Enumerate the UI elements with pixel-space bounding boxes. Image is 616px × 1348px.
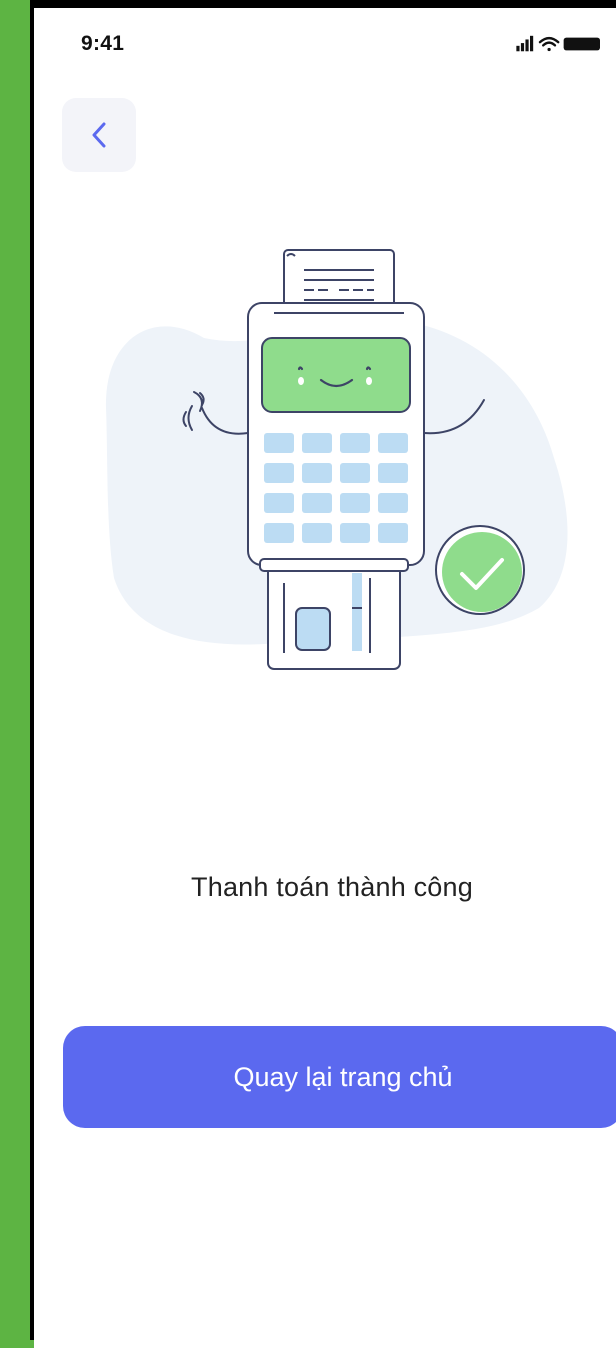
- payment-success-title: Thanh toán thành công: [191, 872, 473, 902]
- back-to-home-button[interactable]: Quay lại trang chủ: [63, 1026, 616, 1128]
- success-check-icon: [435, 525, 525, 615]
- app-screen: 9:41 Thanh toán thành công Quay lại tran…: [34, 8, 616, 1348]
- payment-terminal-illustration: [105, 249, 568, 670]
- card: [267, 564, 401, 670]
- terminal-screen: [261, 337, 411, 413]
